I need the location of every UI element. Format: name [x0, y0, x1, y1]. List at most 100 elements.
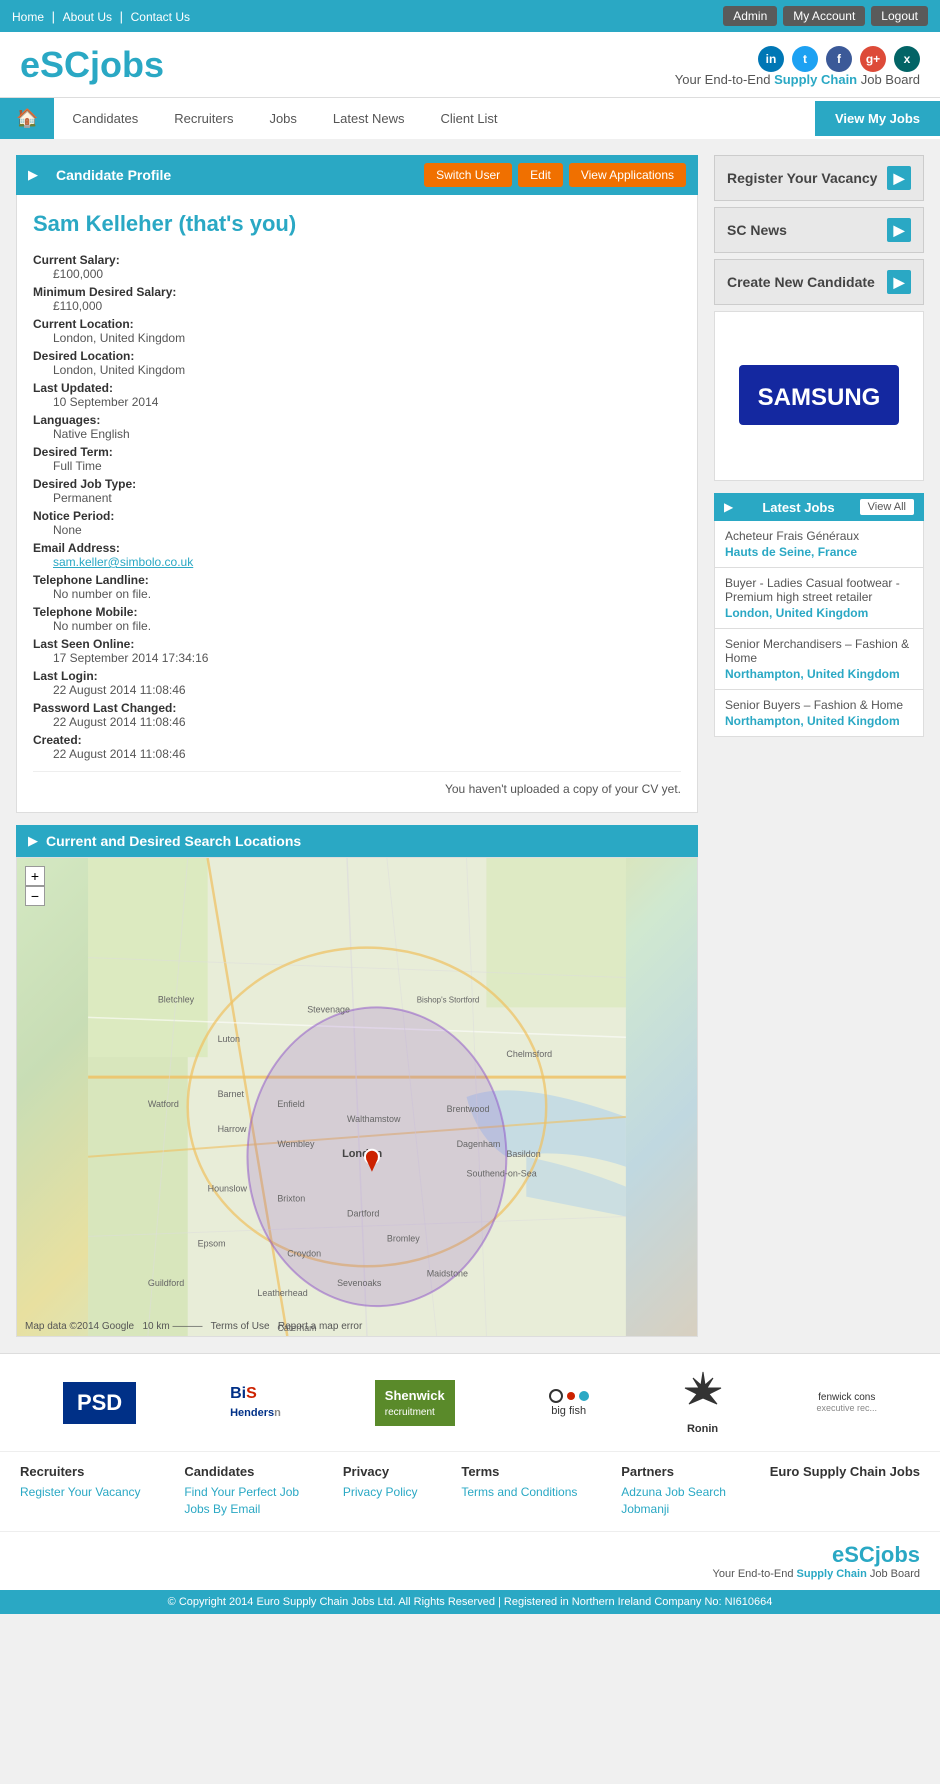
view-all-jobs-button[interactable]: View All: [860, 499, 914, 515]
map-svg: Bletchley Luton Stevenage Bishop's Stort…: [17, 858, 697, 1336]
footer-link-jobmanji[interactable]: Jobmanji: [621, 1502, 726, 1516]
svg-text:Bromley: Bromley: [387, 1233, 420, 1243]
site-logo[interactable]: eSCjobs: [20, 44, 164, 86]
footer-col-partners: Partners Adzuna Job Search Jobmanji: [621, 1464, 726, 1519]
my-account-button[interactable]: My Account: [783, 6, 865, 26]
footer-link-privacy-policy[interactable]: Privacy Policy: [343, 1485, 418, 1499]
footer-logo[interactable]: eSCjobs: [713, 1542, 920, 1568]
svg-text:Maidstone: Maidstone: [427, 1268, 468, 1278]
twitter-icon[interactable]: t: [792, 46, 818, 72]
job-location: Hauts de Seine, France: [725, 545, 913, 559]
job-item[interactable]: Acheteur Frais Généraux Hauts de Seine, …: [714, 521, 924, 568]
nav-about[interactable]: About Us: [63, 10, 112, 24]
svg-text:Guildford: Guildford: [148, 1278, 184, 1288]
field-current-location: Current Location: London, United Kingdom: [33, 317, 681, 345]
latest-jobs-header: ▶ Latest Jobs View All: [714, 493, 924, 521]
left-column: ▶ Candidate Profile Switch User Edit Vie…: [16, 155, 698, 1337]
logo-psd[interactable]: PSD: [63, 1382, 136, 1424]
footer-link-terms[interactable]: Terms and Conditions: [461, 1485, 577, 1499]
header-right: in t f g+ x Your End-to-End Supply Chain…: [675, 42, 920, 87]
register-vacancy-arrow: ▶: [887, 166, 911, 190]
footer-link-find-job[interactable]: Find Your Perfect Job: [184, 1485, 299, 1499]
nav-home-icon[interactable]: 🏠: [0, 98, 54, 139]
edit-button[interactable]: Edit: [518, 163, 563, 187]
footer-bottom: eSCjobs Your End-to-End Supply Chain Job…: [0, 1531, 940, 1590]
profile-content: Sam Kelleher (that's you) Current Salary…: [16, 195, 698, 813]
view-my-jobs-button[interactable]: View My Jobs: [815, 101, 940, 136]
locations-title: Current and Desired Search Locations: [46, 833, 301, 849]
svg-text:Basildon: Basildon: [506, 1149, 540, 1159]
footer-col-recruiters: Recruiters Register Your Vacancy: [20, 1464, 141, 1519]
zoom-in-button[interactable]: +: [25, 866, 45, 886]
xing-icon[interactable]: x: [894, 46, 920, 72]
nav-contact[interactable]: Contact Us: [131, 10, 190, 24]
top-nav: Home | About Us | Contact Us: [12, 9, 190, 24]
candidate-name: Sam Kelleher (that's you): [33, 211, 681, 237]
svg-text:Watford: Watford: [148, 1099, 179, 1109]
create-candidate-label: Create New Candidate: [727, 274, 875, 290]
job-title: Buyer - Ladies Casual footwear - Premium…: [725, 576, 913, 604]
svg-text:Brixton: Brixton: [277, 1194, 305, 1204]
right-column: Register Your Vacancy ▶ SC News ▶ Create…: [714, 155, 924, 1337]
svg-text:Brentwood: Brentwood: [447, 1104, 490, 1114]
svg-text:Walthamstow: Walthamstow: [347, 1114, 401, 1124]
view-applications-button[interactable]: View Applications: [569, 163, 686, 187]
linkedin-icon[interactable]: in: [758, 46, 784, 72]
footer-col-title: Euro Supply Chain Jobs: [770, 1464, 920, 1479]
switch-user-button[interactable]: Switch User: [424, 163, 512, 187]
header: eSCjobs in t f g+ x Your End-to-End Supp…: [0, 32, 940, 97]
google-icon[interactable]: g+: [860, 46, 886, 72]
zoom-out-button[interactable]: −: [25, 886, 45, 906]
svg-text:Bletchley: Bletchley: [158, 994, 195, 1004]
profile-title: Candidate Profile: [56, 167, 171, 183]
footer-col-title: Terms: [461, 1464, 577, 1479]
footer-col-euro-supply: Euro Supply Chain Jobs: [770, 1464, 920, 1519]
footer-bottom-right: eSCjobs Your End-to-End Supply Chain Job…: [713, 1542, 920, 1580]
logo-esc: eSC: [20, 44, 90, 85]
logo-bigfish[interactable]: big fish: [549, 1389, 589, 1417]
sc-news-button[interactable]: SC News ▶: [714, 207, 924, 253]
svg-text:Chelmsford: Chelmsford: [506, 1049, 552, 1059]
email-link[interactable]: sam.keller@simbolo.co.uk: [53, 555, 193, 569]
field-languages: Languages: Native English: [33, 413, 681, 441]
footer-link-adzuna[interactable]: Adzuna Job Search: [621, 1485, 726, 1499]
logout-button[interactable]: Logout: [871, 6, 928, 26]
svg-text:SAMSUNG: SAMSUNG: [758, 384, 881, 411]
job-item[interactable]: Buyer - Ladies Casual footwear - Premium…: [714, 568, 924, 629]
field-telephone-landline: Telephone Landline: No number on file.: [33, 573, 681, 601]
nav-latest-news[interactable]: Latest News: [315, 101, 423, 136]
sc-news-label: SC News: [727, 222, 787, 238]
nav-jobs[interactable]: Jobs: [251, 101, 314, 136]
job-item[interactable]: Senior Merchandisers – Fashion & Home No…: [714, 629, 924, 690]
latest-jobs-title: Latest Jobs: [762, 500, 834, 515]
field-min-salary: Minimum Desired Salary: £110,000: [33, 285, 681, 313]
main-content: ▶ Candidate Profile Switch User Edit Vie…: [0, 139, 940, 1353]
register-vacancy-button[interactable]: Register Your Vacancy ▶: [714, 155, 924, 201]
sc-news-arrow: ▶: [887, 218, 911, 242]
field-last-login: Last Login: 22 August 2014 11:08:46: [33, 669, 681, 697]
svg-text:Southend-on-Sea: Southend-on-Sea: [467, 1169, 537, 1179]
logo-ronin[interactable]: Ronin: [683, 1370, 723, 1435]
nav-home[interactable]: Home: [12, 10, 44, 24]
nav-candidates[interactable]: Candidates: [54, 101, 156, 136]
svg-text:Stevenage: Stevenage: [307, 1004, 350, 1014]
footer-col-candidates: Candidates Find Your Perfect Job Jobs By…: [184, 1464, 299, 1519]
nav-recruiters[interactable]: Recruiters: [156, 101, 251, 136]
footer-link-register-vacancy[interactable]: Register Your Vacancy: [20, 1485, 141, 1499]
logo-shenwick[interactable]: Shenwickrecruitment: [375, 1380, 455, 1426]
footer-link-jobs-email[interactable]: Jobs By Email: [184, 1502, 299, 1516]
facebook-icon[interactable]: f: [826, 46, 852, 72]
svg-text:Barnet: Barnet: [218, 1089, 245, 1099]
field-notice-period: Notice Period: None: [33, 509, 681, 537]
svg-text:Hounslow: Hounslow: [208, 1184, 248, 1194]
admin-button[interactable]: Admin: [723, 6, 777, 26]
svg-text:Leatherhead: Leatherhead: [257, 1288, 307, 1298]
copyright-bar: © Copyright 2014 Euro Supply Chain Jobs …: [0, 1590, 940, 1614]
logo-bis[interactable]: BiSHendersn: [230, 1385, 281, 1421]
logo-fenwick[interactable]: fenwick consexecutive rec...: [816, 1392, 877, 1414]
create-candidate-button[interactable]: Create New Candidate ▶: [714, 259, 924, 305]
map-container[interactable]: Bletchley Luton Stevenage Bishop's Stort…: [16, 857, 698, 1337]
samsung-advertisement[interactable]: SAMSUNG: [714, 311, 924, 481]
nav-client-list[interactable]: Client List: [422, 101, 515, 136]
job-item[interactable]: Senior Buyers – Fashion & Home Northampt…: [714, 690, 924, 737]
